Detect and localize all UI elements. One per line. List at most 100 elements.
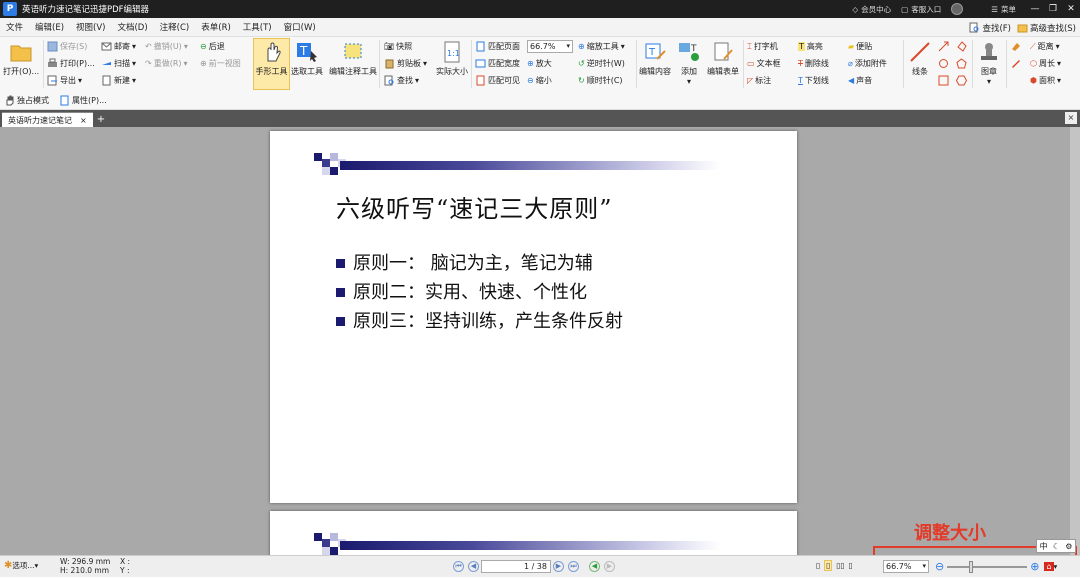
pdf-page-2[interactable]	[270, 511, 797, 555]
find-button[interactable]: 查找(F)	[969, 22, 1011, 34]
menu-form[interactable]: 表单(R)	[195, 21, 237, 33]
strikeout-button[interactable]: T 删除线	[798, 58, 829, 69]
properties-button[interactable]: 属性(P)...	[59, 95, 107, 106]
zoom-in-button[interactable]: ⊕ 放大	[527, 58, 552, 69]
zoom-in-icon[interactable]: ⊕	[1030, 560, 1039, 573]
perimeter-button[interactable]: ⬡ 周长 ▾	[1030, 58, 1061, 69]
hexagon-icon[interactable]	[956, 75, 967, 86]
back-button[interactable]: ⊖ 后退	[200, 41, 225, 52]
zoom-select[interactable]: 66.7%	[527, 40, 573, 53]
exclusive-mode-button[interactable]: 独占模式	[4, 95, 49, 106]
vertical-scrollbar[interactable]	[1070, 127, 1080, 555]
zoom-tool-button[interactable]: ⊕ 缩放工具 ▾	[578, 41, 625, 52]
close-all-tabs-button[interactable]: ×	[1065, 112, 1077, 124]
undo-button[interactable]: ↶ 撤销(U) ▾	[145, 41, 188, 52]
feedback-button[interactable]: ▢ 客服入口	[901, 4, 941, 15]
select-tool-button[interactable]: T 选取工具	[291, 41, 323, 77]
zoom-out-icon[interactable]: ⊖	[935, 560, 944, 573]
highlight-button[interactable]: T 高亮	[798, 41, 823, 52]
rotate-cw-button[interactable]: ↻ 顺时针(C)	[578, 75, 623, 86]
forward-view-button[interactable]: ▶	[604, 561, 615, 572]
fit-page-button[interactable]: 匹配页面	[475, 41, 520, 52]
zoom-slider-thumb[interactable]	[969, 560, 974, 573]
continuous-page-icon[interactable]: ▯	[824, 560, 833, 571]
fit-visible-button[interactable]: 匹配可见	[475, 75, 520, 86]
menu-view[interactable]: 视图(V)	[70, 21, 111, 33]
tab-close-icon[interactable]: ×	[80, 116, 87, 125]
eraser-icon[interactable]	[1010, 41, 1021, 52]
options-button[interactable]: ✱ 选项... ▾	[4, 560, 38, 571]
line-button[interactable]: 线条	[908, 41, 932, 77]
pencil-eraser-icon[interactable]	[1010, 58, 1021, 69]
find-tool-button[interactable]: 查找 ▾	[384, 75, 419, 86]
snapshot-button[interactable]: 📷︎ 快照	[384, 41, 412, 52]
fit-width-button[interactable]: 匹配宽度	[475, 58, 520, 69]
menu-comment[interactable]: 注释(C)	[154, 21, 196, 33]
first-page-button[interactable]: ⏮	[453, 561, 464, 572]
document-viewport[interactable]: 六级听写“速记三大原则” 原则一： 脑记为主，笔记为辅 原则二：实用、快速、个性…	[0, 127, 1080, 555]
menu-edit[interactable]: 编辑(E)	[29, 21, 70, 33]
rotate-ccw-button[interactable]: ↺ 逆时针(W)	[578, 58, 625, 69]
edit-form-button[interactable]: 编辑表单	[707, 41, 739, 77]
print-button[interactable]: 打印(P)...	[47, 58, 95, 69]
attach-button[interactable]: ⌀ 添加附件	[848, 58, 887, 69]
ime-indicator[interactable]: 中 ☾ ⚙︎	[1036, 539, 1076, 553]
callout-button[interactable]: ◸ 标注	[747, 75, 771, 86]
zoom-out-button[interactable]: ⊖ 缩小	[527, 75, 552, 86]
email-button[interactable]: 邮寄 ▾	[101, 41, 136, 52]
hand-tool-button[interactable]: 手形工具	[253, 38, 290, 90]
menu-button[interactable]: ☰ 菜单	[991, 4, 1016, 15]
pdf-icon[interactable]: ⌂	[1044, 562, 1054, 571]
area-button[interactable]: ⬢ 面积 ▾	[1030, 75, 1061, 86]
add-tab-button[interactable]: +	[97, 114, 105, 125]
underline-button[interactable]: T 下划线	[798, 75, 829, 86]
member-center-button[interactable]: ◇ 会员中心	[852, 4, 891, 15]
menu-document[interactable]: 文档(D)	[111, 21, 153, 33]
back-view-button[interactable]: ◀	[589, 561, 600, 572]
prev-page-button[interactable]: ◀	[468, 561, 479, 572]
advanced-find-button[interactable]: 高级查找(S)	[1017, 22, 1076, 34]
status-zoom-select[interactable]: 66.7%	[883, 560, 929, 573]
last-page-button[interactable]: ⏭	[568, 561, 579, 572]
prev-view-button[interactable]: ⊕ 前一视图	[200, 58, 241, 69]
stamp-button[interactable]: 图章 ▾	[977, 41, 1001, 86]
pentagon-icon[interactable]	[956, 58, 967, 69]
note-button[interactable]: ▰ 便贴	[848, 41, 872, 52]
clipboard-button[interactable]: 剪贴板 ▾	[384, 58, 427, 69]
save-button[interactable]: 保存(S)	[47, 41, 87, 52]
add-button[interactable]: T 添加 ▾	[677, 41, 701, 86]
continuous-facing-icon[interactable]: ▯	[849, 561, 853, 570]
export-icon	[47, 75, 57, 86]
redo-button[interactable]: ↷ 重做(R) ▾	[145, 58, 188, 69]
annot-select-button[interactable]: 编辑注释工具	[329, 41, 377, 77]
polygon-icon[interactable]	[956, 41, 967, 52]
page-number-input[interactable]: 1 / 38	[481, 560, 551, 573]
minimize-button[interactable]: —	[1026, 4, 1044, 14]
close-button[interactable]: ✕	[1062, 4, 1080, 14]
ellipse-icon[interactable]	[938, 58, 949, 69]
actual-size-button[interactable]: 1:1 实际大小	[436, 41, 468, 77]
distance-button[interactable]: ⟋ 距离 ▾	[1030, 41, 1060, 52]
scan-button[interactable]: 扫描 ▾	[101, 58, 136, 69]
facing-pages-icon[interactable]: ▯▯	[836, 561, 844, 570]
dropdown-arrow-icon[interactable]: ▾	[1054, 562, 1058, 571]
single-page-icon[interactable]: ▯	[816, 561, 820, 570]
new-button[interactable]: 新建 ▾	[101, 75, 136, 86]
menu-window[interactable]: 窗口(W)	[278, 21, 322, 33]
export-button[interactable]: 导出 ▾	[47, 75, 82, 86]
menu-tools[interactable]: 工具(T)	[237, 21, 278, 33]
next-page-button[interactable]: ▶	[553, 561, 564, 572]
edit-content-button[interactable]: T 编辑内容	[639, 41, 671, 77]
rectangle-icon[interactable]	[938, 75, 949, 86]
doc-tab[interactable]: 英语听力速记笔记 ×	[2, 112, 93, 127]
typewriter-button[interactable]: ⌶ 打字机	[747, 41, 778, 52]
textbox-button[interactable]: ▭ 文本框	[747, 58, 781, 69]
open-button[interactable]: 打开(O)...	[3, 41, 39, 77]
user-avatar[interactable]	[951, 3, 964, 15]
sound-button[interactable]: ◀︎ 声音	[848, 75, 872, 86]
pdf-page-1[interactable]: 六级听写“速记三大原则” 原则一： 脑记为主，笔记为辅 原则二：实用、快速、个性…	[270, 131, 797, 503]
arrow-icon[interactable]	[938, 41, 949, 52]
maximize-button[interactable]: ❐	[1044, 4, 1062, 14]
menu-file[interactable]: 文件	[0, 21, 29, 33]
zoom-slider[interactable]	[947, 560, 1028, 573]
